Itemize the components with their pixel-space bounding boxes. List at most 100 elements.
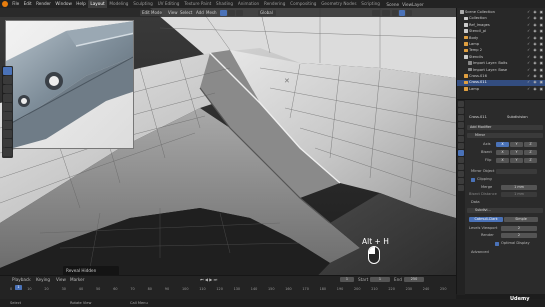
select-box-tool-icon[interactable] [3, 67, 12, 75]
add-modifier-button[interactable]: Add Modifier [467, 125, 543, 130]
simple-button[interactable]: Simple [504, 217, 538, 222]
timeline-ruler[interactable]: 0 10 20 30 40 50 60 70 80 90 100 110 120 130 140 150 160… [10, 287, 450, 293]
outliner-item[interactable]: Collection ✓ ◉ ▣ [457, 16, 545, 22]
advanced-section-label[interactable]: Advanced [471, 250, 489, 254]
vertex-select-button[interactable] [220, 9, 227, 16]
outliner-item[interactable]: Body ✓ ◉ ▣ [457, 36, 545, 42]
axis-y-toggle[interactable]: Y [510, 142, 523, 147]
3d-viewport[interactable]: Edit Mode View Select Add Mesh Global ✕ … [0, 8, 456, 294]
workspace-tab-animation[interactable]: Animation [235, 0, 261, 8]
data-section-label[interactable]: Data [471, 200, 480, 204]
visibility-toggle-icons[interactable]: ✓ ◉ ▣ [527, 74, 544, 80]
modifier-tab-icon[interactable] [458, 150, 464, 156]
visibility-toggle-icons[interactable]: ✓ ◉ ▣ [527, 80, 544, 86]
catmull-clark-button[interactable]: Catmull-Clark [469, 217, 503, 222]
current-frame-field[interactable]: 1 [340, 277, 354, 282]
bisect-y-toggle[interactable]: Y [510, 150, 523, 155]
move-tool-icon[interactable] [3, 85, 12, 93]
menu-mesh[interactable]: Mesh [206, 8, 217, 17]
material-tab-icon[interactable] [458, 185, 464, 191]
mirror-modifier-header[interactable]: Mirror [467, 133, 543, 138]
tool-tab-icon[interactable] [458, 101, 464, 107]
extrude-tool-icon[interactable] [3, 139, 12, 147]
visibility-toggle-icons[interactable]: ✓ ◉ ▣ [527, 10, 544, 16]
mode-dropdown[interactable]: Edit Mode [140, 9, 162, 16]
bisect-x-toggle[interactable]: X [496, 150, 509, 155]
menu-select[interactable]: Select [180, 8, 192, 17]
blender-logo-icon[interactable] [2, 1, 8, 7]
menu-file[interactable]: File [10, 0, 21, 8]
visibility-toggle-icons[interactable]: ✓ ◉ ▣ [527, 87, 544, 93]
outliner-item[interactable]: Cross.011 ✓ ◉ ▣ [457, 80, 545, 87]
data-tab-icon[interactable] [458, 178, 464, 184]
scene-tab-icon[interactable] [458, 129, 464, 135]
rotate-tool-icon[interactable] [3, 94, 12, 102]
visibility-toggle-icons[interactable]: ✓ ◉ ▣ [527, 55, 544, 61]
outliner-item[interactable]: Ref_Images ✓ ◉ ▣ [457, 23, 545, 29]
scale-tool-icon[interactable] [3, 103, 12, 111]
bisect-z-toggle[interactable]: Z [524, 150, 537, 155]
outliner-item[interactable]: Stencil_pl ✓ ◉ ▣ [457, 29, 545, 35]
visibility-toggle-icons[interactable]: ✓ ◉ ▣ [527, 42, 544, 48]
workspace-tab-layout[interactable]: Layout [87, 0, 108, 8]
outliner-item[interactable]: Temp 2 ✓ ◉ ▣ [457, 48, 545, 54]
shading-rendered-button[interactable] [406, 9, 412, 16]
playback-controls[interactable]: ⏮ ◀ ▶ ⏭ [200, 277, 217, 282]
outliner-item[interactable]: Import Layer: Bolts ✓ ◉ ▣ [457, 61, 545, 67]
cursor-tool-icon[interactable] [3, 76, 12, 84]
workspace-tab-compositing[interactable]: Compositing [288, 0, 319, 8]
start-frame-field[interactable]: 1 [370, 277, 390, 282]
visibility-toggle-icons[interactable]: ✓ ◉ ▣ [527, 23, 544, 29]
flip-z-toggle[interactable]: Z [524, 158, 537, 163]
clipping-checkbox[interactable] [471, 177, 475, 182]
playhead[interactable]: 1 [15, 285, 22, 290]
physics-tab-icon[interactable] [458, 164, 464, 170]
outliner-item[interactable]: Lamp ✓ ◉ ▣ [457, 42, 545, 48]
outliner-item[interactable]: Stencils ✓ ◉ ▣ [457, 55, 545, 61]
workspace-tab-sculpting[interactable]: Sculpting [131, 0, 155, 8]
shading-material-button[interactable] [399, 9, 405, 16]
visibility-toggle-icons[interactable]: ✓ ◉ ▣ [527, 16, 544, 22]
timeline-view-menu[interactable]: View [56, 277, 66, 282]
timeline-keying-menu[interactable]: Keying [36, 277, 50, 282]
loop-cut-tool-icon[interactable] [3, 148, 12, 156]
overlay-button[interactable] [372, 9, 380, 16]
workspace-tab-texture-paint[interactable]: Texture Paint [182, 0, 214, 8]
menu-help[interactable]: Help [74, 0, 88, 8]
transform-orientation-dropdown[interactable]: Global [258, 9, 276, 16]
menu-edit[interactable]: Edit [21, 0, 33, 8]
bisect-distance-field[interactable]: 1 mm [501, 192, 537, 197]
render-levels-field[interactable]: 2 [501, 233, 537, 238]
workspace-tab-rendering[interactable]: Rendering [262, 0, 288, 8]
render-tab-icon[interactable] [458, 108, 464, 114]
annotate-tool-icon[interactable] [3, 121, 12, 129]
menu-add[interactable]: Add [196, 8, 204, 17]
workspace-tab-geometry-nodes[interactable]: Geometry Nodes [319, 0, 359, 8]
merge-field[interactable]: 1 mm [501, 185, 537, 190]
measure-tool-icon[interactable] [3, 130, 12, 138]
menu-window[interactable]: Window [53, 0, 74, 8]
output-tab-icon[interactable] [458, 115, 464, 121]
menu-view[interactable]: View [168, 8, 178, 17]
workspace-tab-scripting[interactable]: Scripting [359, 0, 382, 8]
timeline-marker-menu[interactable]: Marker [70, 277, 84, 282]
levels-viewport-field[interactable]: 2 [501, 226, 537, 231]
outliner-item[interactable]: Lamp ✓ ◉ ▣ [457, 87, 545, 93]
menu-render[interactable]: Render [34, 0, 53, 8]
outliner-item[interactable]: Import Layer: Base ✓ ◉ ▣ [457, 68, 545, 74]
mirror-object-field[interactable] [496, 169, 537, 174]
axis-z-toggle[interactable]: Z [524, 142, 537, 147]
scene-selector[interactable]: Scene [386, 2, 399, 7]
particles-tab-icon[interactable] [458, 157, 464, 163]
flip-y-toggle[interactable]: Y [510, 158, 523, 163]
face-select-button[interactable] [236, 9, 243, 16]
xray-button[interactable] [382, 9, 390, 16]
axis-x-toggle[interactable]: X [496, 142, 509, 147]
workspace-tab-modeling[interactable]: Modeling [107, 0, 131, 8]
subdivision-modifier-header[interactable]: Subdivi... [467, 208, 543, 213]
visibility-toggle-icons[interactable]: ✓ ◉ ▣ [527, 36, 544, 42]
workspace-tab-uv-editing[interactable]: UV Editing [155, 0, 182, 8]
transform-tool-icon[interactable] [3, 112, 12, 120]
world-tab-icon[interactable] [458, 136, 464, 142]
shading-solid-button[interactable] [392, 9, 398, 16]
